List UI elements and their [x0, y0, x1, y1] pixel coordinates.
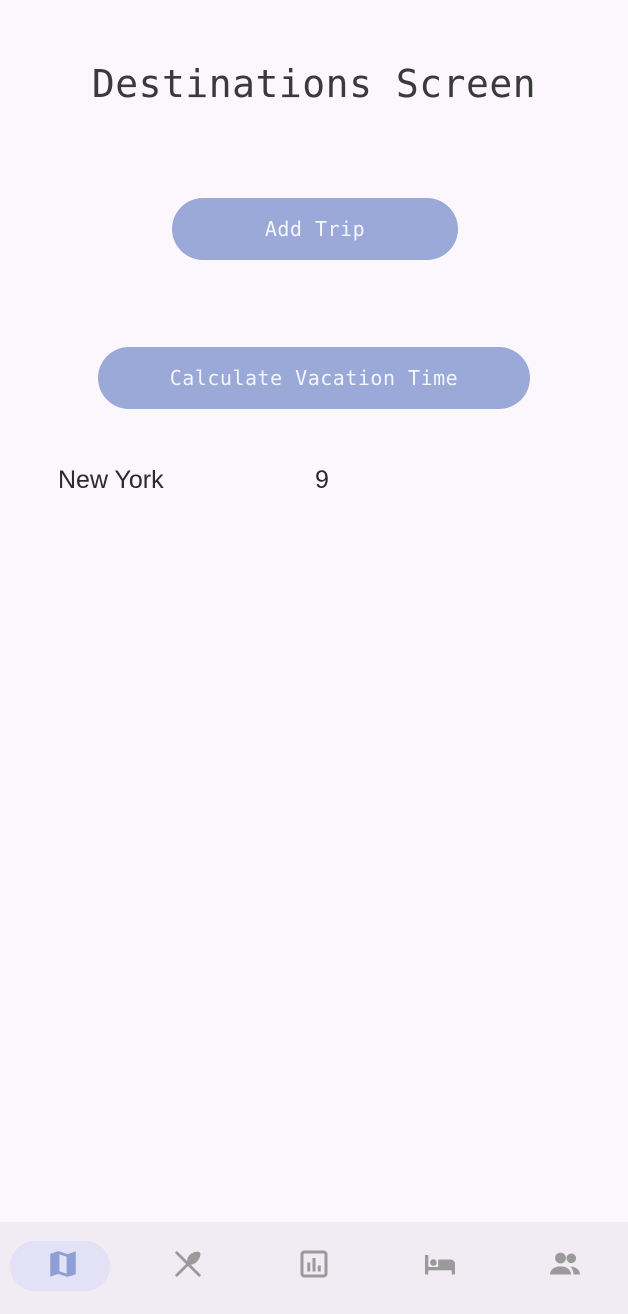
list-item[interactable]: New York 9: [58, 466, 598, 506]
people-icon: [547, 1246, 583, 1282]
nav-item-destinations[interactable]: [0, 1222, 126, 1314]
nav-item-stats[interactable]: [251, 1222, 377, 1314]
calculate-vacation-time-button[interactable]: Calculate Vacation Time: [98, 347, 530, 409]
destination-name: New York: [58, 466, 164, 494]
map-icon: [45, 1246, 81, 1282]
destination-value: 9: [315, 466, 329, 494]
nav-item-people[interactable]: [502, 1222, 628, 1314]
chart-icon: [296, 1246, 332, 1282]
nav-item-restaurants[interactable]: [126, 1222, 252, 1314]
bed-icon: [422, 1246, 458, 1282]
bottom-navigation-bar: [0, 1222, 628, 1314]
add-trip-button[interactable]: Add Trip: [172, 198, 458, 260]
page-title: Destinations Screen: [91, 62, 537, 106]
restaurant-icon: [170, 1246, 206, 1282]
nav-item-lodging[interactable]: [377, 1222, 503, 1314]
